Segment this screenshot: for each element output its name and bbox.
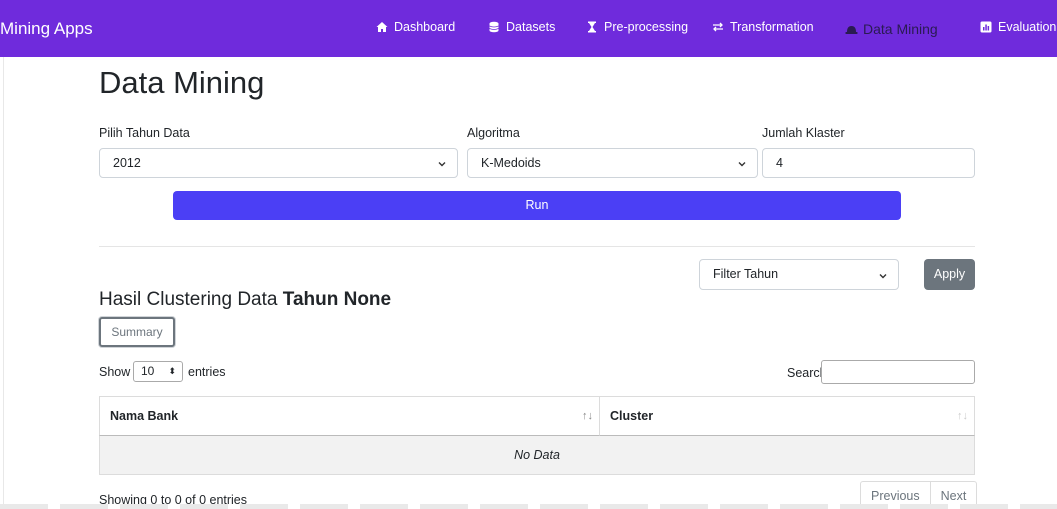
year-select-value: 2012: [113, 156, 141, 170]
nav-preprocessing[interactable]: Pre-processing: [586, 20, 688, 34]
algorithm-select[interactable]: K-Medoids: [467, 148, 758, 178]
page-length-value: 10: [141, 364, 155, 378]
nav-transformation[interactable]: Transformation: [712, 20, 814, 34]
nav-datasets-label: Datasets: [506, 20, 556, 34]
nav-datasets[interactable]: Datasets: [488, 20, 555, 34]
app-brand[interactable]: Mining Apps: [0, 19, 93, 39]
database-icon: [488, 21, 500, 33]
clusters-input[interactable]: 4: [762, 148, 975, 178]
taskbar-edge: [0, 504, 1057, 509]
search-input[interactable]: [821, 360, 975, 384]
nav-evaluation[interactable]: Evaluation: [980, 20, 1056, 34]
results-title-prefix: Hasil Clustering Data: [99, 289, 283, 310]
run-button[interactable]: Run: [173, 191, 901, 220]
algorithm-label: Algoritma: [467, 126, 520, 140]
nav-dashboard[interactable]: Dashboard: [376, 20, 455, 34]
nav-transformation-label: Transformation: [730, 20, 814, 34]
table-empty-row: No Data: [99, 436, 975, 475]
top-navbar: Mining Apps Dashboard Datasets Pre-proce…: [0, 0, 1057, 57]
show-label: Show: [99, 365, 131, 379]
filter-year-value: Filter Tahun: [713, 267, 779, 281]
clusters-input-value: 4: [776, 156, 783, 170]
page-title: Data Mining: [99, 65, 265, 100]
clusters-label: Jumlah Klaster: [762, 126, 845, 140]
filter-year-select[interactable]: Filter Tahun: [699, 259, 899, 290]
entries-label: entries: [188, 365, 226, 379]
column-header-nama-bank[interactable]: Nama Bank ↑↓: [99, 396, 599, 436]
chart-box-icon: [980, 21, 992, 33]
swap-arrows-icon: [712, 21, 724, 33]
summary-button[interactable]: Summary: [99, 317, 175, 347]
nav-data-mining[interactable]: Data Mining: [845, 21, 938, 37]
chevron-down-icon: [438, 162, 446, 167]
results-title: Hasil Clustering Data Tahun None: [99, 289, 391, 311]
algorithm-select-value: K-Medoids: [481, 156, 541, 170]
page-length-select[interactable]: 10 ⬍: [133, 361, 183, 382]
year-select[interactable]: 2012: [99, 148, 458, 178]
chevron-down-icon: [879, 274, 887, 279]
window-edge: [0, 57, 4, 509]
nav-evaluation-label: Evaluation: [998, 20, 1057, 34]
sort-icon: ↑↓: [957, 410, 968, 422]
results-title-year: Tahun None: [282, 289, 392, 310]
home-icon: [376, 21, 388, 33]
column-header-cluster[interactable]: Cluster ↑↓: [599, 396, 975, 436]
apply-button[interactable]: Apply: [924, 259, 975, 290]
nav-preprocessing-label: Pre-processing: [604, 20, 689, 34]
hourglass-icon: [586, 21, 598, 33]
section-divider: [99, 246, 975, 247]
hard-hat-icon: [845, 23, 858, 35]
year-label: Pilih Tahun Data: [99, 126, 190, 140]
updown-icon: ⬍: [168, 366, 176, 376]
nav-data-mining-label: Data Mining: [863, 21, 938, 37]
nav-dashboard-label: Dashboard: [394, 20, 456, 34]
chevron-down-icon: [738, 162, 746, 167]
column-header-label: Nama Bank: [110, 409, 179, 423]
sort-icon: ↑↓: [582, 410, 593, 422]
column-header-label: Cluster: [610, 409, 654, 423]
